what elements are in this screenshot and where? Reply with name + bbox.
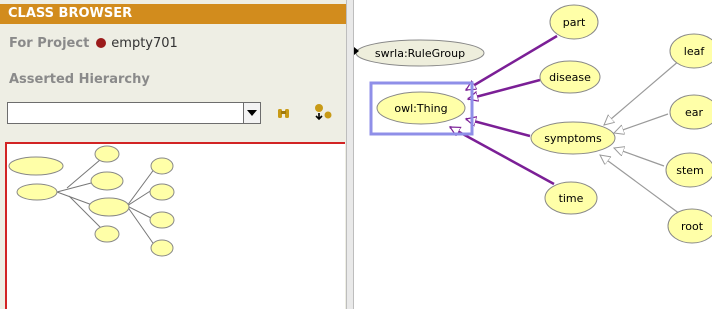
hierarchy-combo[interactable]: [7, 102, 261, 124]
panel-title: CLASS BROWSER: [0, 4, 346, 24]
hierarchy-label: Asserted Hierarchy: [9, 72, 150, 87]
edge-stem-symptoms: [614, 148, 665, 167]
project-info: For Project empty701: [9, 36, 178, 51]
node-ear[interactable]: ear: [669, 94, 712, 130]
ontology-graph[interactable]: swrla:RuleGroup owl:Thing part disease s…: [354, 0, 712, 309]
node-symptoms[interactable]: symptoms: [530, 121, 616, 155]
node-stem[interactable]: stem: [665, 152, 712, 188]
create-class-icon[interactable]: [313, 103, 333, 123]
node-symptoms-label: symptoms: [544, 132, 602, 145]
node-time[interactable]: time: [544, 181, 598, 215]
node-root[interactable]: root: [667, 208, 712, 244]
node-ear-label: ear: [685, 106, 704, 119]
node-disease[interactable]: disease: [539, 60, 601, 94]
node-part[interactable]: part: [549, 4, 599, 40]
edge-ear-symptoms: [614, 113, 669, 133]
binoculars-icon[interactable]: [275, 104, 293, 122]
edge-symptoms-thing: [466, 119, 531, 138]
node-rulegroup-label: swrla:RuleGroup: [375, 47, 465, 60]
class-tree-preview[interactable]: [5, 142, 345, 309]
project-name: empty701: [111, 36, 178, 51]
node-root-label: root: [681, 220, 704, 233]
node-stem-label: stem: [676, 164, 704, 177]
preview-graph: [8, 145, 175, 257]
node-thing[interactable]: owl:Thing: [376, 91, 466, 125]
node-time-label: time: [559, 192, 584, 205]
project-hexagon-icon: [96, 38, 107, 48]
node-part-label: part: [563, 16, 586, 29]
node-rulegroup[interactable]: swrla:RuleGroup: [355, 39, 485, 67]
splitter-handle[interactable]: [346, 0, 354, 309]
node-disease-label: disease: [549, 71, 591, 84]
chevron-down-icon[interactable]: [243, 103, 260, 123]
node-leaf-label: leaf: [684, 45, 706, 58]
edge-leaf-symptoms: [604, 59, 681, 125]
class-browser-panel: CLASS BROWSER For Project empty701 Assert…: [0, 0, 346, 309]
node-leaf[interactable]: leaf: [669, 33, 712, 69]
project-label: For Project: [9, 36, 90, 51]
node-thing-label: owl:Thing: [394, 102, 447, 115]
